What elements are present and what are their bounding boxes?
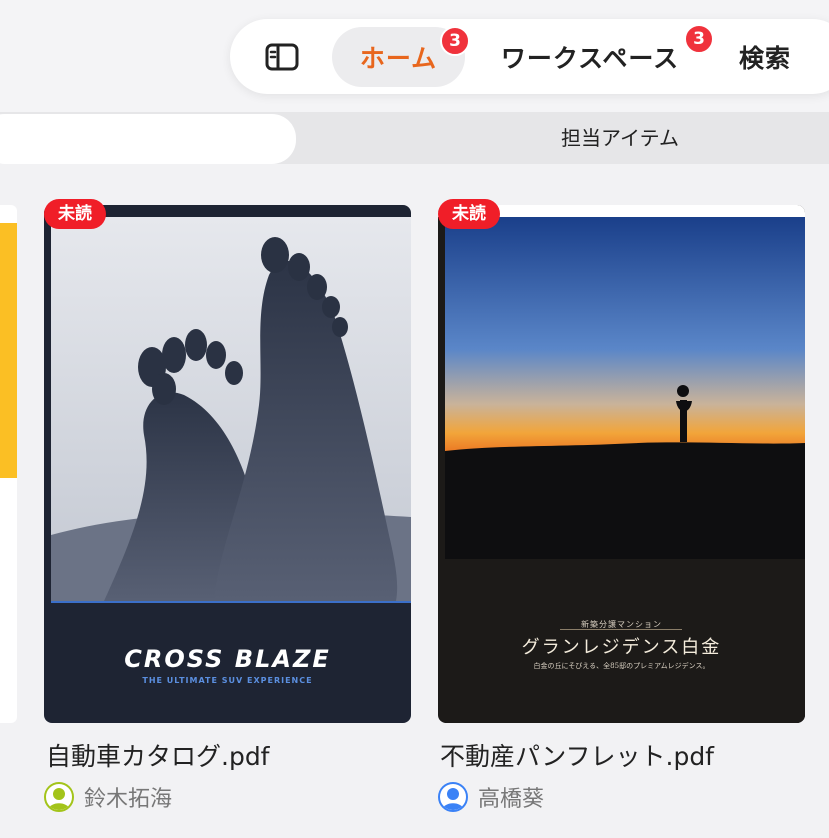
user-icon [48,788,70,810]
user-icon [442,788,464,810]
document-card-real-estate-brochure[interactable]: 新築分譲マンション グランレジデンス白金 白金の丘にそびえる、全85邸のプレミア… [438,205,805,723]
document-card-car-catalog[interactable]: CROSS BLAZE THE ULTIMATE SUV EXPERIENCE [44,205,411,723]
tab-search-label: 検索 [738,44,791,73]
cover-subtitle: 白金の丘にそびえる、全85邸のプレミアムレジデンス。 [533,662,710,670]
cover-title: グランレジデンス白金 [521,637,722,658]
owner-car-catalog: 鈴木拓海 [44,780,172,814]
owner-real-estate-brochure: 高橋葵 [438,780,544,814]
cover-title: CROSS BLAZE [124,645,331,673]
tab-search[interactable]: 検索 [720,27,810,87]
cover-divider [560,629,682,630]
tab-workspace-label: ワークスペース [500,44,680,73]
sidebar-toggle-button[interactable] [264,41,300,73]
filename-car-catalog[interactable]: 自動車カタログ.pdf [46,737,270,773]
unread-badge: 未読 [44,199,106,229]
home-badge: 3 [440,26,470,56]
tab-home-label: ホーム [359,44,438,73]
avatar [438,782,468,812]
cover-subtitle: THE ULTIMATE SUV EXPERIENCE [142,676,313,685]
workspace-badge: 3 [684,24,714,54]
owner-name: 高橋葵 [478,787,545,812]
tab-workspace[interactable]: ワークスペース [480,27,700,87]
unread-badge: 未読 [438,199,500,229]
search-input[interactable] [0,114,296,164]
filename-real-estate-brochure[interactable]: 不動産パンフレット.pdf [440,737,714,773]
avatar [44,782,74,812]
sidebar-icon [265,43,299,71]
partial-card-left[interactable] [0,205,17,723]
owner-name: 鈴木拓海 [84,787,173,812]
partial-card-thumbnail [0,223,17,478]
assigned-items-tab[interactable]: 担当アイテム [540,124,700,152]
